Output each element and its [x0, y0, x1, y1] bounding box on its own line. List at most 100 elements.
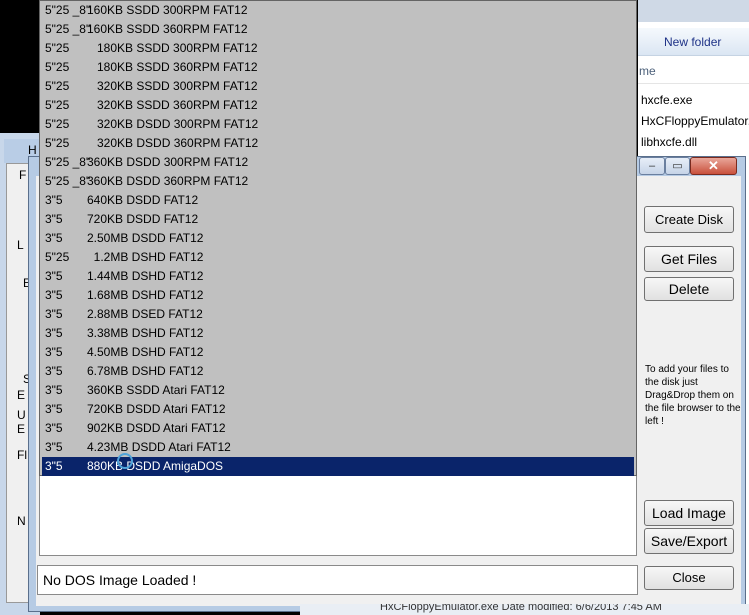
format-size: 3"5 [45, 307, 63, 321]
format-option[interactable]: 3"5 1.44MB DSHD FAT12 [42, 267, 636, 286]
format-size: 3"5 [45, 364, 63, 378]
format-description: 360KB DSDD 360RPM FAT12 [87, 174, 249, 188]
main-window-title: H [28, 143, 37, 157]
format-option[interactable]: 3"5 640KB DSDD FAT12 [42, 191, 636, 210]
format-description: 4.50MB DSHD FAT12 [87, 345, 204, 359]
format-size: 3"5 [45, 345, 63, 359]
format-option[interactable]: 3"5 2.88MB DSED FAT12 [42, 305, 636, 324]
maximize-icon: ▭ [672, 160, 683, 172]
format-description: 1.2MB DSHD FAT12 [87, 250, 204, 264]
format-size: 5"25 _8" [45, 174, 91, 188]
format-size: 5"25 [45, 250, 70, 264]
status-field: No DOS Image Loaded ! [37, 565, 638, 595]
format-size: 5"25 [45, 98, 70, 112]
format-size: 3"5 [45, 231, 63, 245]
format-description: 1.44MB DSHD FAT12 [87, 269, 204, 283]
format-option[interactable]: 5"25 1.2MB DSHD FAT12 [42, 248, 636, 267]
format-description: 880KB DSDD AmigaDOS [87, 459, 224, 473]
delete-button[interactable]: Delete [644, 277, 734, 301]
label-u: U [17, 408, 26, 422]
file-list-area[interactable] [39, 476, 637, 556]
create-disk-button[interactable]: Create Disk [644, 206, 734, 233]
format-description: 640KB DSDD FAT12 [87, 193, 199, 207]
format-description: 720KB DSDD FAT12 [87, 212, 199, 226]
format-size: 3"5 [45, 440, 63, 454]
format-size: 5"25 [45, 60, 70, 74]
explorer-topbar [638, 0, 749, 22]
drag-drop-hint: To add your files to the disk just Drag&… [645, 364, 741, 427]
format-option[interactable]: 3"5 902KB DSDD Atari FAT12 [42, 419, 636, 438]
format-size: 5"25 [45, 136, 70, 150]
format-size: 3"5 [45, 193, 63, 207]
label-fl: Fl [17, 448, 27, 462]
minimize-button[interactable]: ‒ [639, 157, 665, 175]
format-option[interactable]: 3"5 1.68MB DSHD FAT12 [42, 286, 636, 305]
format-option[interactable]: 5"25 180KB SSDD 300RPM FAT12 [42, 39, 636, 58]
format-size: 3"5 [45, 326, 63, 340]
disk-format-dropdown-list[interactable]: 5"25 _8" 160KB SSDD 300RPM FAT12 5"25 _8" 1… [39, 0, 637, 476]
format-description: 160KB SSDD 300RPM FAT12 [87, 3, 248, 17]
format-description: 720KB DSDD Atari FAT12 [87, 402, 226, 416]
load-image-button[interactable]: Load Image [644, 500, 734, 526]
explorer-status-strip: HxCFloppyEmulator.exe Date modified: 6/6… [300, 604, 749, 615]
format-option[interactable]: 5"25 320KB SSDD 360RPM FAT12 [42, 96, 636, 115]
format-size: 3"5 [45, 459, 63, 473]
format-option[interactable]: 5"25 180KB SSDD 360RPM FAT12 [42, 58, 636, 77]
mouse-cursor-icon [117, 453, 133, 469]
format-option[interactable]: 3"5 4.23MB DSDD Atari FAT12 [42, 438, 636, 457]
format-option[interactable]: 5"25 320KB DSDD 360RPM FAT12 [42, 134, 636, 153]
format-option[interactable]: 5"25 _8" 360KB DSDD 360RPM FAT12 [42, 172, 636, 191]
format-size: 3"5 [45, 269, 63, 283]
format-option[interactable]: 3"5 3.38MB DSHD FAT12 [42, 324, 636, 343]
format-description: 320KB SSDD 300RPM FAT12 [87, 79, 258, 93]
format-option[interactable]: 5"25 _8" 160KB SSDD 300RPM FAT12 [42, 1, 636, 20]
format-option[interactable]: 3"5 6.78MB DSHD FAT12 [42, 362, 636, 381]
format-description: 320KB DSDD 300RPM FAT12 [87, 117, 259, 131]
label-l: L [17, 238, 24, 252]
format-size: 3"5 [45, 421, 63, 435]
format-description: 4.23MB DSDD Atari FAT12 [87, 440, 231, 454]
format-size: 5"25 _8" [45, 3, 91, 17]
file-item-libhxcfe[interactable]: libhxcfe.dll [641, 135, 697, 149]
window-close-button[interactable]: ✕ [690, 157, 737, 175]
format-description: 160KB SSDD 360RPM FAT12 [87, 22, 248, 36]
explorer-status-text: HxCFloppyEmulator.exe Date modified: 6/6… [380, 604, 662, 613]
close-button[interactable]: Close [644, 566, 734, 590]
format-size: 5"25 [45, 79, 70, 93]
new-folder-button[interactable]: New folder [638, 28, 749, 56]
get-files-button[interactable]: Get Files [644, 246, 734, 272]
format-description: 902KB DSDD Atari FAT12 [87, 421, 226, 435]
format-option[interactable]: 5"25 _8" 160KB SSDD 360RPM FAT12 [42, 20, 636, 39]
file-item-hxcfe[interactable]: hxcfe.exe [641, 93, 692, 107]
file-item-hxcfloppyemulator[interactable]: HxCFloppyEmulator. [641, 114, 749, 128]
format-size: 3"5 [45, 402, 63, 416]
label-n: N [17, 514, 26, 528]
format-size: 3"5 [45, 212, 63, 226]
format-size: 5"25 _8" [45, 155, 91, 169]
menu-file[interactable]: F [19, 168, 26, 182]
dialog-caption-buttons: ‒ ▭ ✕ [639, 157, 741, 177]
format-size: 5"25 _8" [45, 22, 91, 36]
format-option[interactable]: 3"5 720KB DSDD Atari FAT12 [42, 400, 636, 419]
format-option[interactable]: 5"25 _8" 360KB DSDD 300RPM FAT12 [42, 153, 636, 172]
format-description: 320KB DSDD 360RPM FAT12 [87, 136, 259, 150]
format-description: 2.88MB DSED FAT12 [87, 307, 203, 321]
format-description: 180KB SSDD 360RPM FAT12 [87, 60, 258, 74]
format-description: 1.68MB DSHD FAT12 [87, 288, 204, 302]
format-option[interactable]: 3"5 720KB DSDD FAT12 [42, 210, 636, 229]
format-option[interactable]: 3"5 360KB SSDD Atari FAT12 [42, 381, 636, 400]
minimize-icon: ‒ [648, 160, 656, 172]
format-description: 360KB DSDD 300RPM FAT12 [87, 155, 249, 169]
save-export-button[interactable]: Save/Export [644, 528, 734, 554]
name-column-header[interactable]: me [638, 58, 749, 84]
label-e2: E [17, 388, 26, 402]
format-size: 3"5 [45, 288, 63, 302]
format-option[interactable]: 3"5 4.50MB DSHD FAT12 [42, 343, 636, 362]
format-option[interactable]: 5"25 320KB SSDD 300RPM FAT12 [42, 77, 636, 96]
format-size: 3"5 [45, 383, 63, 397]
format-option[interactable]: 5"25 320KB DSDD 300RPM FAT12 [42, 115, 636, 134]
maximize-button[interactable]: ▭ [665, 157, 690, 175]
format-option[interactable]: 3"5 2.50MB DSDD FAT12 [42, 229, 636, 248]
format-description: 2.50MB DSDD FAT12 [87, 231, 204, 245]
close-icon: ✕ [708, 158, 719, 173]
